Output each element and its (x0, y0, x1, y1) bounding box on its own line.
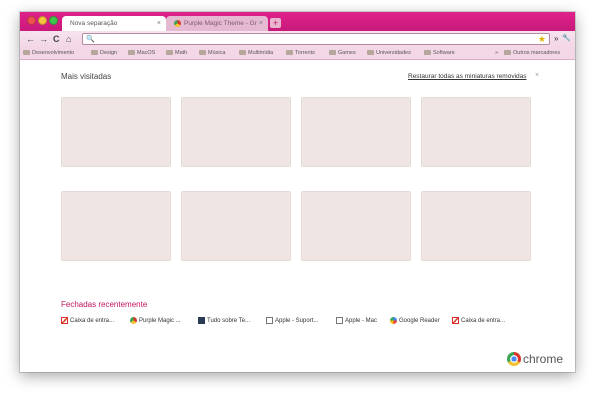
extensions-overflow-icon[interactable]: » (554, 33, 558, 45)
zoom-window-button[interactable] (49, 16, 58, 25)
tab-strip: Nova separação × Purple Magic Theme - Gr… (20, 12, 575, 31)
folder-icon (166, 50, 173, 56)
chrome-logo: chrome (507, 350, 563, 368)
bookmark-folder[interactable]: Design (91, 49, 117, 58)
most-visited-title: Mais visitadas (61, 72, 112, 81)
folder-icon (504, 50, 511, 56)
folder-icon (367, 50, 374, 56)
bookmarks-bar: Desenvolvimento Design MacOS Math Música… (20, 47, 575, 60)
chrome-icon (174, 19, 181, 27)
tab-new-tab[interactable]: Nova separação × (62, 16, 166, 31)
folder-icon (286, 50, 293, 56)
bookmark-folder[interactable]: Universidades (367, 49, 411, 58)
chrome-wordmark: chrome (523, 351, 564, 366)
gmail-icon (61, 317, 68, 324)
recently-closed-item[interactable]: Tudo sobre Te... (198, 317, 250, 325)
bookmark-folder[interactable]: Games (329, 49, 356, 58)
folder-icon (424, 50, 431, 56)
bookmark-folder[interactable]: MacOS (128, 49, 155, 58)
wrench-icon[interactable]: 🔧 (562, 33, 571, 45)
recently-closed-title: Fechadas recentemente (61, 300, 148, 309)
recently-closed-item[interactable]: Purple Magic ... (130, 317, 181, 325)
gmail-icon (452, 317, 459, 324)
most-visited-thumbnail[interactable] (421, 97, 531, 167)
folder-icon (329, 50, 336, 56)
folder-icon (239, 50, 246, 56)
omnibox[interactable]: 🔍 ★ (82, 33, 550, 45)
most-visited-thumbnail[interactable] (181, 191, 291, 261)
search-icon: 🔍 (86, 36, 95, 43)
most-visited-thumbnail[interactable] (421, 191, 531, 261)
other-bookmarks-folder[interactable]: Outros marcadores (504, 49, 560, 58)
chrome-logo-icon (507, 351, 521, 366)
tab-title: Purple Magic Theme - Gr (184, 20, 257, 27)
most-visited-thumbnail[interactable] (301, 97, 411, 167)
restore-thumbnails-link[interactable]: Restaurar todas as miniaturas removidas (408, 73, 527, 80)
most-visited-thumbnail[interactable] (61, 97, 171, 167)
close-window-button[interactable] (27, 16, 36, 25)
folder-icon (23, 50, 30, 56)
bookmark-folder[interactable]: Torrents (286, 49, 315, 58)
recently-closed-item[interactable]: Caixa de entra... (61, 317, 114, 325)
recently-closed-item[interactable]: Caixa de entra... (452, 317, 505, 325)
bookmark-folder[interactable]: Software (424, 49, 455, 58)
bookmarks-overflow-icon[interactable]: » (495, 49, 498, 58)
browser-window: Nova separação × Purple Magic Theme - Gr… (20, 12, 575, 372)
forward-button[interactable]: → (39, 33, 48, 45)
folder-icon (91, 50, 98, 56)
bookmark-folder[interactable]: Multimídia (239, 49, 273, 58)
page-icon (336, 317, 343, 324)
home-button[interactable]: ⌂ (66, 33, 71, 45)
new-tab-page: Mais visitadas Restaurar todas as miniat… (20, 61, 575, 372)
new-tab-button[interactable]: + (270, 18, 281, 28)
page-icon (266, 317, 273, 324)
close-icon[interactable]: × (535, 72, 539, 79)
bookmark-folder[interactable]: Math (166, 49, 187, 58)
minimize-window-button[interactable] (38, 16, 47, 25)
folder-icon (199, 50, 206, 56)
tab-purple-magic[interactable]: Purple Magic Theme - Gr × (166, 16, 268, 31)
tab-close-icon[interactable]: × (259, 16, 263, 31)
google-icon (390, 317, 397, 324)
tudo-icon (198, 317, 205, 324)
tab-title: Nova separação (70, 20, 118, 27)
tab-close-icon[interactable]: × (157, 16, 161, 31)
most-visited-thumbnail[interactable] (61, 191, 171, 261)
folder-icon (128, 50, 135, 56)
back-button[interactable]: ← (26, 33, 35, 45)
recently-closed-item[interactable]: Apple - Mac (336, 317, 377, 325)
bookmark-folder[interactable]: Desenvolvimento (23, 49, 74, 58)
recently-closed-item[interactable]: Apple - Suport... (266, 317, 318, 325)
toolbar: ← → C ⌂ 🔍 ★ » 🔧 (20, 31, 575, 47)
most-visited-thumbnail[interactable] (181, 97, 291, 167)
bookmark-folder[interactable]: Música (199, 49, 225, 58)
bookmark-star-icon[interactable]: ★ (538, 34, 546, 44)
most-visited-thumbnail[interactable] (301, 191, 411, 261)
chrome-icon (130, 317, 137, 324)
reload-button[interactable]: C (53, 33, 60, 45)
recently-closed-item[interactable]: Google Reader (390, 317, 440, 325)
